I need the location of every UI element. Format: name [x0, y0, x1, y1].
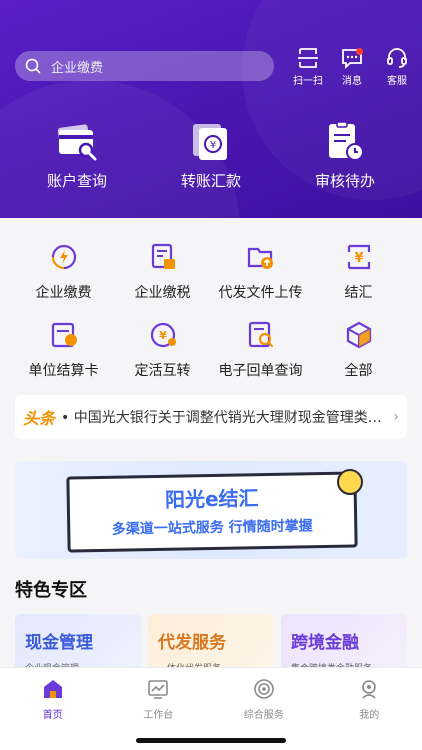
home-indicator	[136, 738, 286, 743]
settlement-card-icon	[51, 322, 77, 348]
all-icon	[346, 321, 371, 349]
feature-card-title: 代发服务	[158, 633, 226, 653]
tab-profile[interactable]: 我的	[317, 668, 422, 750]
notification-dot	[356, 48, 363, 55]
feature-card-title: 现金管理	[25, 633, 93, 653]
transfer-button[interactable]: ¥ 转账汇款	[151, 120, 271, 191]
approval-icon	[329, 121, 364, 161]
tab-home[interactable]: 首页	[0, 668, 106, 750]
customer-service-label: 客服	[387, 76, 407, 87]
tax-icon	[151, 243, 175, 269]
approval-label: 审核待办	[314, 172, 375, 190]
search-input[interactable]: 企业缴费	[15, 51, 274, 81]
svg-text:¥: ¥	[354, 251, 363, 266]
grid-item-all[interactable]: 全部	[306, 320, 411, 380]
tab-label: 首页	[42, 710, 63, 721]
svg-text:¥: ¥	[159, 329, 167, 342]
grid-item-deposit-transfer[interactable]: ¥ 定活互转	[110, 320, 215, 380]
transfer-label: 转账汇款	[180, 172, 241, 190]
tab-label: 综合服务	[243, 710, 284, 721]
promo-banner[interactable]: 阳光e结汇 多渠道一站式服务 行情随时掌握	[15, 461, 407, 559]
headline-news-bar[interactable]: 头条 • 中国光大银行关于调整代销光大理财现金管理类产品... ›	[15, 395, 407, 439]
grid-item-enterprise-payment[interactable]: 企业缴费	[11, 242, 116, 302]
grid-item-label: 企业缴税	[134, 285, 191, 301]
file-upload-icon	[247, 247, 273, 269]
grid-item-label: 全部	[344, 363, 373, 379]
account-query-icon	[57, 124, 97, 161]
scan-icon	[298, 48, 318, 68]
forex-settlement-icon: ¥	[347, 244, 370, 270]
grid-item-settlement-card[interactable]: 单位结算卡	[11, 320, 116, 380]
message-label: 消息	[342, 76, 362, 87]
grid-item-label: 企业缴费	[35, 285, 92, 301]
banner-decoration	[337, 469, 363, 495]
payment-icon	[51, 244, 76, 270]
profile-icon	[362, 680, 377, 699]
grid-item-receipt-query[interactable]: 电子回单查询	[208, 320, 313, 380]
featured-section-title: 特色专区	[15, 580, 87, 601]
headset-icon	[387, 48, 407, 68]
deposit-transfer-icon: ¥	[150, 322, 176, 348]
scan-label: 扫一扫	[293, 76, 323, 87]
svg-text:¥: ¥	[210, 140, 216, 151]
search-icon	[25, 58, 41, 74]
feature-card-payroll-service[interactable]: 代发服务 一体化代发服务	[148, 614, 274, 674]
grid-item-forex-settlement[interactable]: ¥ 结汇	[306, 242, 411, 302]
chevron-right-icon: ›	[393, 409, 399, 425]
tab-label: 我的	[359, 710, 380, 721]
grid-item-enterprise-tax[interactable]: 企业缴税	[110, 242, 215, 302]
account-query-button[interactable]: 账户查询	[17, 120, 137, 191]
scan-button[interactable]: 扫一扫	[288, 46, 328, 87]
feature-card-cash-management[interactable]: 现金管理 企业现金管理	[15, 614, 141, 674]
home-icon	[43, 680, 62, 698]
receipt-query-icon	[248, 321, 273, 348]
services-icon	[253, 679, 274, 699]
approval-button[interactable]: 审核待办	[285, 120, 405, 191]
tab-label: 工作台	[143, 710, 174, 721]
account-query-label: 账户查询	[46, 172, 107, 190]
grid-item-label: 结汇	[344, 285, 373, 301]
banner-card: 阳光e结汇 多渠道一站式服务 行情随时掌握	[66, 471, 358, 553]
header: 企业缴费 扫一扫 消息 客服 账户查询 ¥ 转账汇款 审核待办	[0, 0, 422, 218]
grid-item-label: 电子回单查询	[218, 363, 303, 379]
grid-item-label: 单位结算卡	[28, 363, 99, 379]
headline-tag: 头条	[23, 409, 56, 428]
transfer-icon: ¥	[193, 124, 227, 160]
grid-item-label: 代发文件上传	[218, 285, 303, 301]
grid-item-label: 定活互转	[134, 363, 191, 379]
feature-card-cross-border[interactable]: 跨境金融 集合跨境类金融服务	[281, 614, 407, 674]
workbench-icon	[148, 680, 169, 699]
feature-card-title: 跨境金融	[291, 633, 359, 653]
message-button[interactable]: 消息	[332, 46, 372, 87]
banner-subtitle: 多渠道一站式服务 行情随时掌握	[111, 518, 313, 538]
customer-service-button[interactable]: 客服	[377, 46, 417, 87]
banner-title: 阳光e结汇	[164, 486, 259, 512]
grid-item-payroll-upload[interactable]: 代发文件上传	[208, 242, 313, 302]
headline-text: • 中国光大银行关于调整代销光大理财现金管理类产品...	[61, 410, 388, 426]
search-placeholder: 企业缴费	[51, 60, 104, 76]
